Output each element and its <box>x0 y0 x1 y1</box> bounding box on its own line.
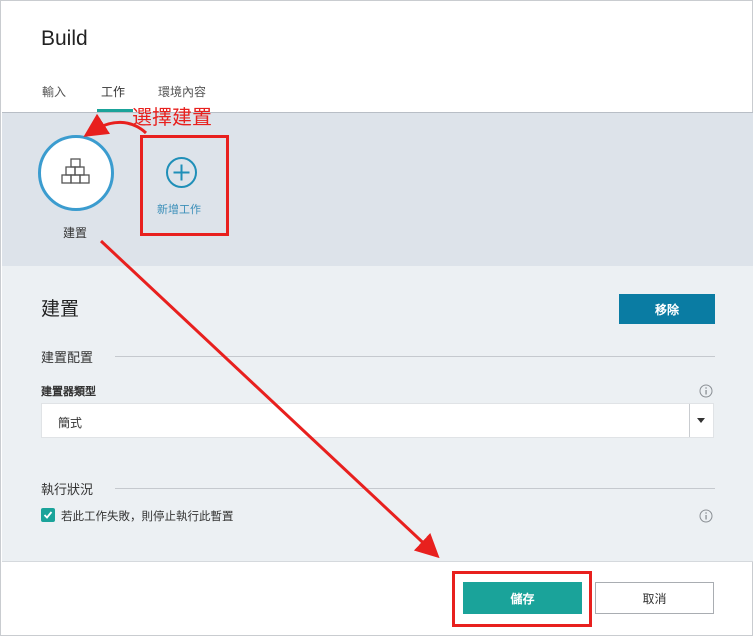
tab-jobs[interactable]: 工作 <box>101 83 125 100</box>
builder-type-label: 建置器類型 <box>41 385 96 398</box>
cancel-button[interactable]: 取消 <box>595 582 714 614</box>
remove-button[interactable]: 移除 <box>619 294 715 324</box>
info-icon[interactable] <box>699 383 713 398</box>
info-icon[interactable] <box>699 508 713 523</box>
job-build-card[interactable] <box>38 135 114 211</box>
build-dialog: Build 輸入 工作 環境內容 建置 新增工作 選擇建置 建置 移除 建置配置 <box>0 0 753 636</box>
tab-input[interactable]: 輸入 <box>42 83 66 100</box>
dialog-title: Build <box>41 27 88 50</box>
run-conditions-heading: 執行狀況 <box>41 483 94 498</box>
divider <box>115 488 715 489</box>
tab-environment[interactable]: 環境內容 <box>158 83 206 100</box>
save-button[interactable]: 儲存 <box>463 582 582 614</box>
builder-config-heading: 建置配置 <box>41 351 94 366</box>
divider <box>115 356 715 357</box>
job-build-label[interactable]: 建置 <box>63 224 87 241</box>
builder-type-value: 簡式 <box>58 416 83 430</box>
job-section-title: 建置 <box>41 298 80 320</box>
checkmark-icon <box>43 511 53 519</box>
footer-divider <box>2 561 753 562</box>
add-job-highlight-box <box>140 135 229 236</box>
job-selector-band <box>2 112 753 267</box>
builder-blocks-icon <box>61 158 90 184</box>
builder-type-select[interactable]: 簡式 <box>41 403 714 438</box>
dropdown-toggle[interactable] <box>689 404 713 437</box>
stop-on-fail-label[interactable]: 若此工作失敗，則停止執行此暫置 <box>61 508 234 524</box>
annotation-text: 選擇建置 <box>132 105 212 129</box>
stop-on-fail-checkbox[interactable] <box>41 508 55 522</box>
chevron-down-icon <box>697 418 705 423</box>
